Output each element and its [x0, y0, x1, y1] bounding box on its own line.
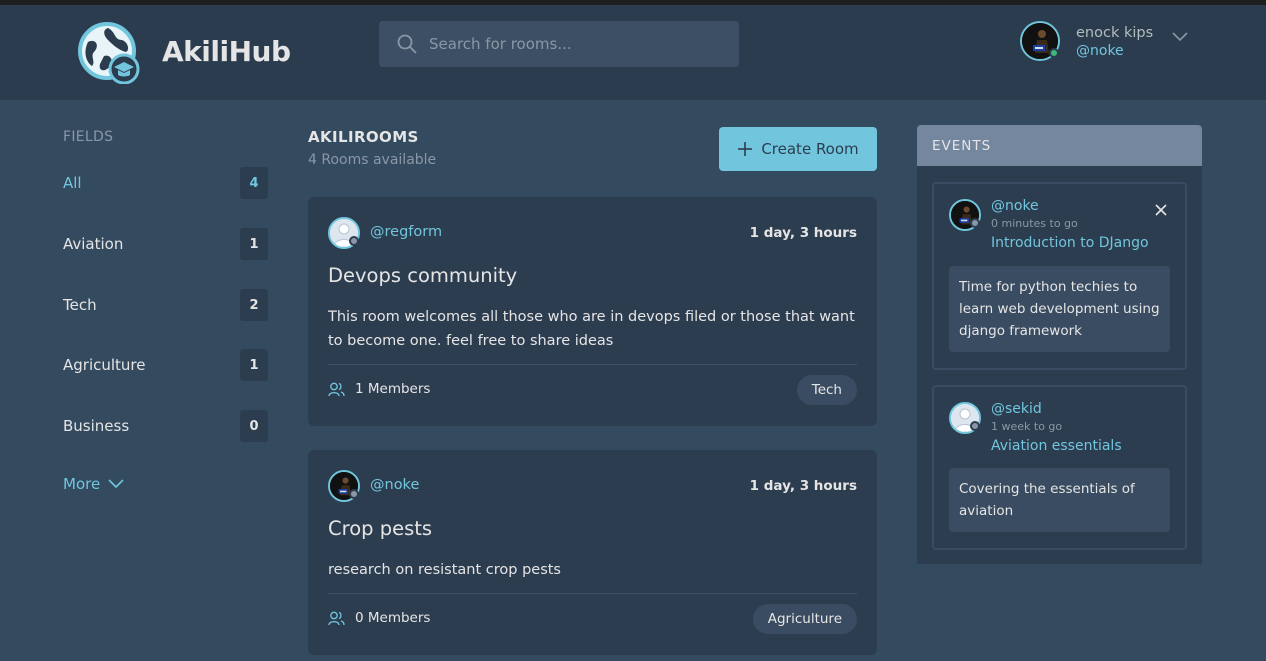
room-host-avatar[interactable] — [328, 470, 360, 502]
room-title[interactable]: Devops community — [328, 264, 517, 287]
users-icon — [328, 611, 345, 625]
fields-heading: FIELDS — [63, 129, 114, 145]
user-handle[interactable]: @noke — [1076, 43, 1124, 59]
offline-status-dot — [970, 421, 980, 431]
field-item-aviation[interactable]: Aviation 1 — [63, 228, 268, 260]
search-input[interactable] — [429, 35, 719, 53]
room-time: 1 day, 3 hours — [749, 478, 857, 494]
create-room-button[interactable]: Create Room — [719, 127, 877, 171]
room-title[interactable]: Crop pests — [328, 517, 432, 540]
akilihub-logo-icon[interactable] — [78, 22, 140, 84]
room-host[interactable]: @noke — [370, 477, 419, 493]
room-host-avatar[interactable] — [328, 217, 360, 249]
event-host[interactable]: @noke — [991, 198, 1039, 214]
room-host[interactable]: @regform — [370, 224, 442, 240]
rooms-heading: AKILIROOMS — [308, 128, 419, 146]
event-title[interactable]: Aviation essentials — [991, 438, 1122, 454]
members-count: 1 Members — [355, 381, 431, 397]
user-name: enock kips — [1076, 25, 1154, 41]
event-when: 1 week to go — [991, 420, 1063, 433]
room-members: 0 Members — [328, 610, 430, 626]
field-label: Aviation — [63, 235, 124, 253]
create-room-label: Create Room — [761, 140, 859, 158]
field-label: Tech — [63, 296, 97, 314]
room-time: 1 day, 3 hours — [749, 225, 857, 241]
room-divider — [328, 364, 857, 365]
field-item-tech[interactable]: Tech 2 — [63, 289, 268, 321]
field-label: Agriculture — [63, 356, 146, 374]
field-count: 4 — [240, 167, 268, 199]
events-panel: EVENTS @noke 0 minutes to go Introductio… — [917, 125, 1202, 564]
room-description: research on resistant crop pests — [328, 562, 561, 578]
rooms-count: 4 Rooms available — [308, 152, 437, 168]
field-item-business[interactable]: Business 0 — [63, 410, 268, 442]
room-card: @regform 1 day, 3 hours Devops community… — [308, 197, 877, 426]
event-card: @noke 0 minutes to go Introduction to DJ… — [932, 182, 1187, 370]
field-item-all[interactable]: All 4 — [63, 167, 268, 199]
user-avatar[interactable] — [1020, 21, 1060, 61]
event-card: @sekid 1 week to go Aviation essentials … — [932, 385, 1187, 550]
field-count: 0 — [240, 410, 268, 442]
event-host[interactable]: @sekid — [991, 401, 1042, 417]
room-divider — [328, 593, 857, 594]
plus-icon — [738, 142, 753, 156]
user-menu[interactable]: enock kips @noke — [1020, 21, 1220, 63]
more-fields-link[interactable]: More — [63, 475, 124, 493]
field-label: All — [63, 174, 82, 192]
offline-status-dot — [349, 489, 359, 499]
chevron-down-icon — [108, 479, 124, 489]
field-count: 2 — [240, 289, 268, 321]
events-heading: EVENTS — [917, 125, 1202, 166]
room-topic-tag[interactable]: Agriculture — [752, 604, 857, 634]
event-description: Covering the essentials of aviation — [949, 468, 1170, 532]
event-host-avatar[interactable] — [949, 199, 981, 231]
search-bar[interactable] — [379, 21, 739, 67]
online-status-dot — [1049, 48, 1059, 58]
members-count: 0 Members — [355, 610, 431, 626]
close-icon[interactable] — [1155, 204, 1167, 216]
room-description: This room welcomes all those who are in … — [328, 309, 855, 349]
event-host-avatar[interactable] — [949, 402, 981, 434]
room-members: 1 Members — [328, 381, 430, 397]
offline-status-dot — [970, 218, 980, 228]
top-header: AkiliHub enock kips @noke — [0, 5, 1266, 100]
field-count: 1 — [240, 228, 268, 260]
room-topic-tag[interactable]: Tech — [796, 375, 857, 405]
event-when: 0 minutes to go — [991, 217, 1078, 230]
offline-status-dot — [349, 236, 359, 246]
chevron-down-icon[interactable] — [1172, 32, 1188, 42]
field-item-agriculture[interactable]: Agriculture 1 — [63, 349, 268, 381]
room-card: @noke 1 day, 3 hours Crop pests research… — [308, 450, 877, 655]
more-label: More — [63, 475, 101, 493]
event-title[interactable]: Introduction to DJango — [991, 235, 1149, 251]
brand-name[interactable]: AkiliHub — [162, 35, 291, 68]
event-description: Time for python techies to learn web dev… — [949, 266, 1170, 352]
users-icon — [328, 382, 345, 396]
search-icon — [397, 34, 417, 54]
field-count: 1 — [240, 349, 268, 381]
field-label: Business — [63, 417, 130, 435]
